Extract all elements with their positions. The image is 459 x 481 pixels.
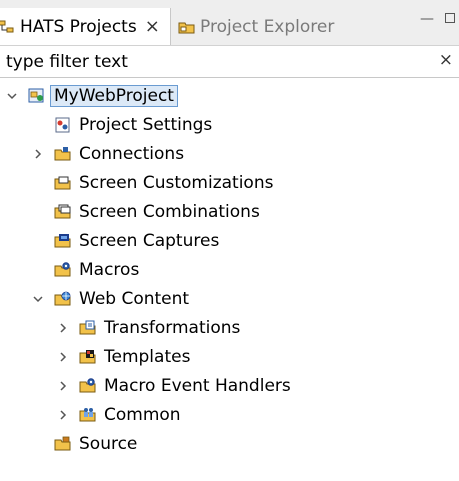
tab-hats-projects[interactable]: HATS Projects × <box>0 8 171 45</box>
filter-input[interactable] <box>6 50 426 74</box>
chevron-down-icon[interactable] <box>32 293 44 305</box>
chevron-right-icon[interactable] <box>32 148 44 160</box>
tree-item-label: Screen Customizations <box>79 173 274 193</box>
chevron-right-icon[interactable] <box>57 351 69 363</box>
web-project-icon <box>28 87 46 105</box>
clear-filter-icon[interactable]: × <box>439 52 453 69</box>
transformations-folder-icon <box>79 319 97 337</box>
filter-bar: × <box>0 46 459 78</box>
tree-item-transformations[interactable]: Transformations <box>0 315 459 341</box>
chevron-right-icon[interactable] <box>57 409 69 421</box>
macros-folder-icon <box>54 261 72 279</box>
settings-icon <box>54 116 72 134</box>
close-icon[interactable]: × <box>145 17 160 36</box>
tree-item-templates[interactable]: Templates <box>0 344 459 370</box>
tree-item-label: Screen Captures <box>79 231 220 251</box>
templates-folder-icon <box>79 348 97 366</box>
minimize-button[interactable]: — <box>420 12 434 26</box>
tree-item-label: Templates <box>104 347 191 367</box>
tree-item-web-content[interactable]: Web Content <box>0 286 459 312</box>
tree-item-screen-customizations[interactable]: Screen Customizations <box>0 170 459 196</box>
tab-project-explorer-label: Project Explorer <box>200 16 335 37</box>
tree-root-row[interactable]: MyWebProject <box>0 83 459 109</box>
web-content-folder-icon <box>54 290 72 308</box>
tree-item-label: Common <box>104 405 181 425</box>
hats-projects-icon <box>0 20 14 32</box>
project-explorer-icon <box>178 22 195 33</box>
maximize-button[interactable] <box>445 12 455 26</box>
source-folder-icon <box>54 435 72 453</box>
chevron-right-icon[interactable] <box>57 322 69 334</box>
chevron-right-icon[interactable] <box>57 380 69 392</box>
tree-item-common[interactable]: Common <box>0 402 459 428</box>
connections-folder-icon <box>54 145 72 163</box>
tree-item-label: Source <box>79 434 138 454</box>
tree-item-label: Screen Combinations <box>79 202 260 222</box>
common-folder-icon <box>79 406 97 424</box>
tab-project-explorer[interactable]: Project Explorer <box>174 8 364 45</box>
maximize-icon <box>445 13 455 23</box>
tree-item-screen-combinations[interactable]: Screen Combinations <box>0 199 459 225</box>
chevron-down-icon[interactable] <box>6 90 18 102</box>
macro-event-handlers-folder-icon <box>79 377 97 395</box>
tree-item-label: Macro Event Handlers <box>104 376 291 396</box>
tree-item-label: Transformations <box>104 318 241 338</box>
tree-item-connections[interactable]: Connections <box>0 141 459 167</box>
hats-projects-view: HATS Projects × Project Explorer — × <box>0 0 459 481</box>
screen-combinations-folder-icon <box>54 203 72 221</box>
tree-root-label[interactable]: MyWebProject <box>50 85 178 107</box>
tree-item-project-settings[interactable]: Project Settings <box>0 112 459 138</box>
view-tab-bar: HATS Projects × Project Explorer — <box>0 0 459 46</box>
tree-item-label: Project Settings <box>79 115 213 135</box>
tree-item-macros[interactable]: Macros <box>0 257 459 283</box>
tab-hats-projects-label: HATS Projects <box>20 16 137 37</box>
screen-captures-folder-icon <box>54 232 72 250</box>
tree-item-source[interactable]: Source <box>0 431 459 457</box>
tree-item-label: Web Content <box>79 289 190 309</box>
tree-item-screen-captures[interactable]: Screen Captures <box>0 228 459 254</box>
screen-customizations-folder-icon <box>54 174 72 192</box>
tree-item-label: Connections <box>79 144 185 164</box>
tree-item-macro-event-handlers[interactable]: Macro Event Handlers <box>0 373 459 399</box>
tree-item-label: Macros <box>79 260 140 280</box>
